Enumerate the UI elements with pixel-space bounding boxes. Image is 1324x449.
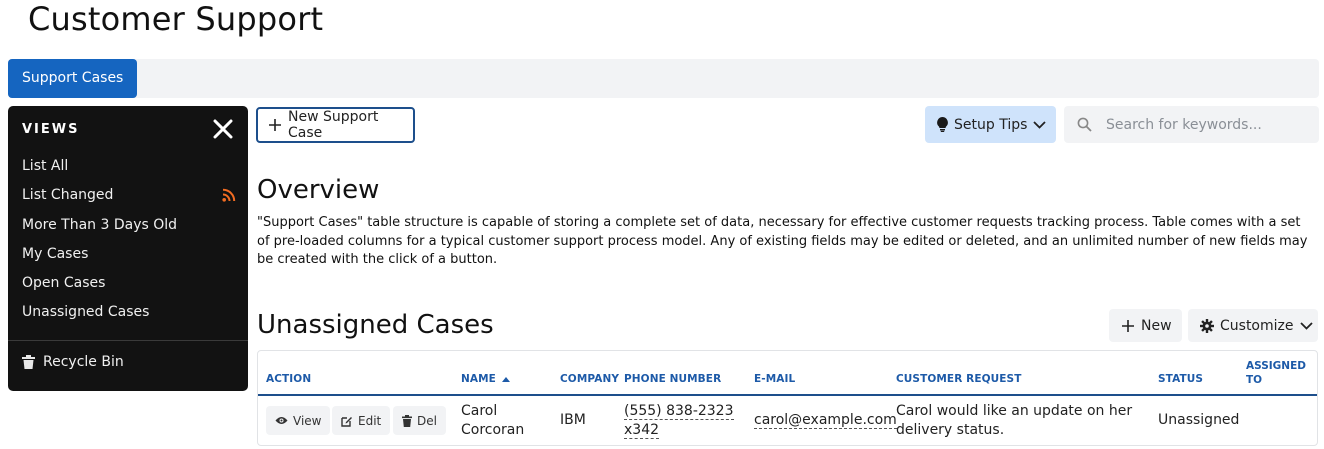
sidebar-item-list-all[interactable]: List All xyxy=(22,156,238,185)
setup-tips-button[interactable]: Setup Tips xyxy=(925,106,1056,143)
column-header-email[interactable]: E-MAIL xyxy=(754,373,795,385)
search-icon xyxy=(1077,117,1092,132)
trash-icon xyxy=(402,414,412,427)
gear-icon xyxy=(1200,318,1214,333)
sort-asc-icon xyxy=(501,376,510,382)
column-header-request[interactable]: CUSTOMER REQUEST xyxy=(896,373,1021,385)
search-box xyxy=(1064,106,1319,143)
sidebar-item-my-cases[interactable]: My Cases xyxy=(22,244,238,273)
sidebar-item-recycle-bin[interactable]: Recycle Bin xyxy=(22,354,124,370)
delete-button[interactable]: Del xyxy=(393,406,446,435)
rss-icon[interactable] xyxy=(222,188,236,202)
new-support-case-button[interactable]: New Support Case xyxy=(256,107,415,143)
customize-button[interactable]: Customize xyxy=(1188,309,1318,342)
sidebar-item-open-cases[interactable]: Open Cases xyxy=(22,273,238,302)
sidebar-item-list-changed[interactable]: List Changed xyxy=(22,185,238,214)
cell-email[interactable]: carol@example.com xyxy=(754,411,897,430)
cell-request: Carol would like an update on her delive… xyxy=(896,403,1133,438)
eye-icon xyxy=(275,416,288,425)
cell-phone[interactable]: (555) 838-2323 x342 xyxy=(624,402,734,440)
overview-title: Overview xyxy=(257,175,380,205)
tab-support-cases[interactable]: Support Cases xyxy=(8,59,138,98)
lightbulb-icon xyxy=(937,117,948,132)
cases-table: ACTION NAME COMPANY PHONE NUMBER E-MAIL … xyxy=(257,350,1318,446)
sidebar-item-more-than-3-days-old[interactable]: More Than 3 Days Old xyxy=(22,215,238,244)
section-title: Unassigned Cases xyxy=(257,310,494,340)
edit-button[interactable]: Edit xyxy=(332,406,391,435)
column-header-action: ACTION xyxy=(266,373,312,385)
search-input[interactable] xyxy=(1106,116,1306,133)
page-title: Customer Support xyxy=(28,0,324,38)
view-button[interactable]: View xyxy=(266,406,331,435)
cell-status: Unassigned xyxy=(1158,412,1240,428)
sidebar-item-unassigned-cases[interactable]: Unassigned Cases xyxy=(22,302,238,331)
close-icon[interactable] xyxy=(212,118,234,140)
sidebar-view-list: List All List Changed More Than 3 Days O… xyxy=(22,156,238,332)
chevron-down-icon xyxy=(1033,120,1047,129)
overview-text: "Support Cases" table structure is capab… xyxy=(257,215,1308,267)
column-header-phone[interactable]: PHONE NUMBER xyxy=(624,373,721,385)
tab-bar: Support Cases xyxy=(8,59,1319,98)
chevron-down-icon xyxy=(1299,321,1313,330)
trash-icon xyxy=(22,355,35,369)
cell-company: IBM xyxy=(560,412,586,428)
new-record-button[interactable]: New xyxy=(1109,309,1182,342)
cell-name: Carol Corcoran xyxy=(461,403,525,438)
column-header-company[interactable]: COMPANY xyxy=(560,373,619,385)
views-sidebar: VIEWS List All List Changed More Than 3 … xyxy=(8,106,248,391)
sidebar-divider xyxy=(8,340,248,341)
edit-icon xyxy=(341,415,353,427)
header-divider xyxy=(258,394,1317,396)
plus-icon xyxy=(269,119,281,131)
plus-icon xyxy=(1122,319,1134,332)
column-header-name[interactable]: NAME xyxy=(461,373,510,385)
sidebar-heading: VIEWS xyxy=(22,122,80,137)
column-header-assigned-to[interactable]: ASSIGNED TO xyxy=(1246,359,1306,387)
column-header-status[interactable]: STATUS xyxy=(1158,373,1203,385)
